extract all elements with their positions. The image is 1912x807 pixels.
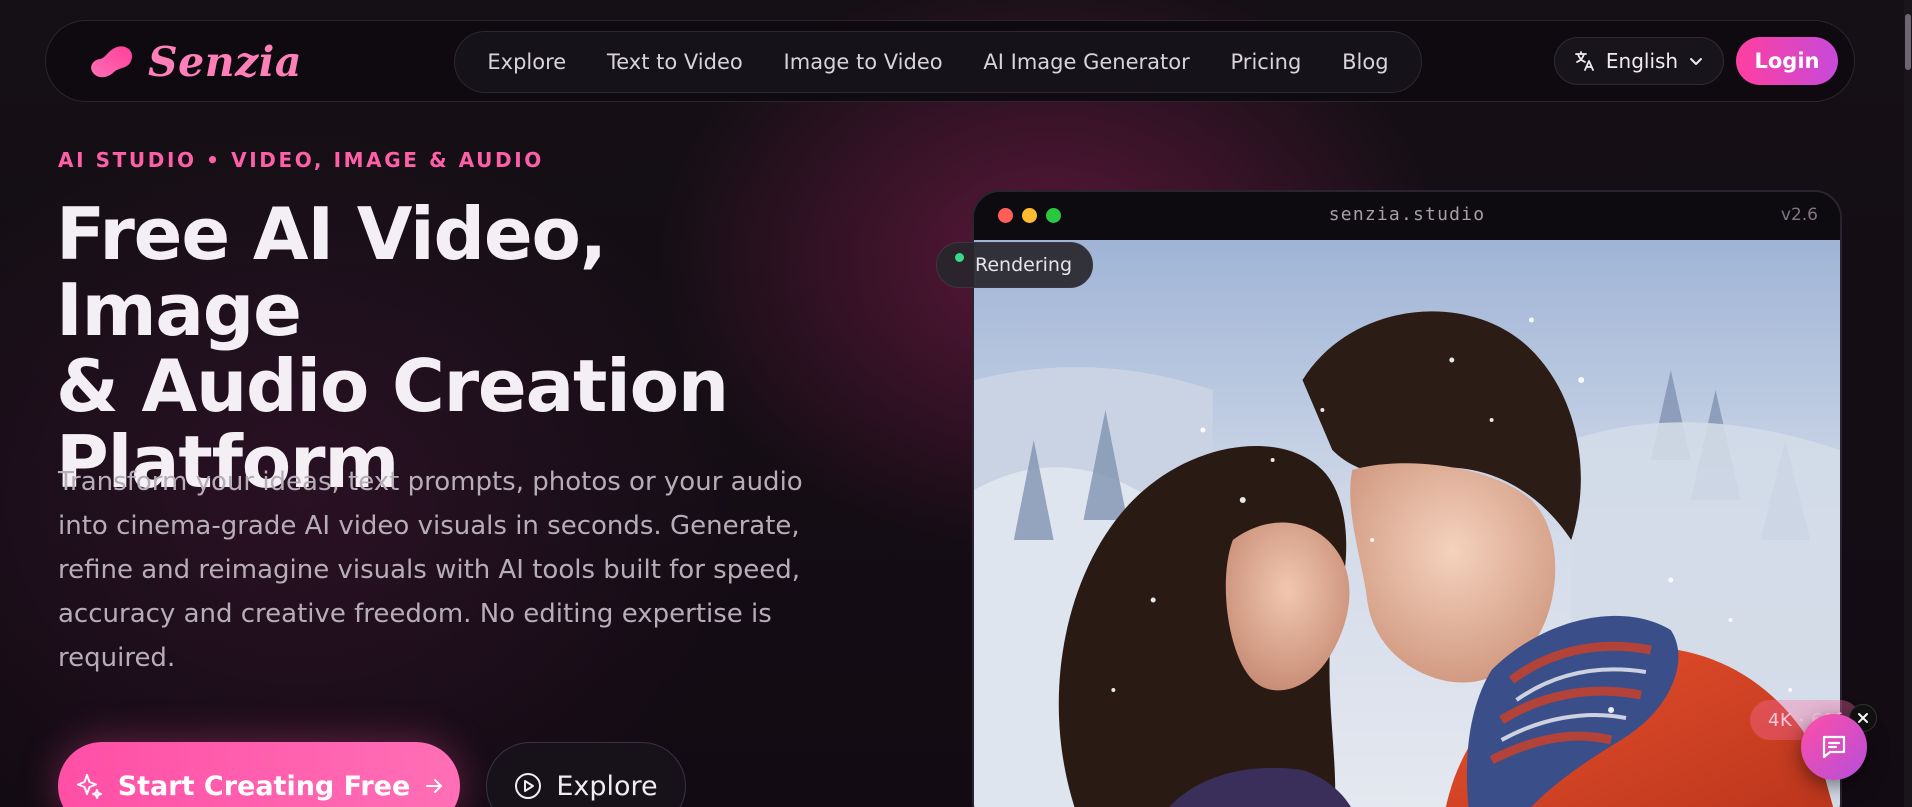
explore-button[interactable]: Explore bbox=[486, 742, 686, 807]
rendering-label: Rendering bbox=[975, 254, 1073, 276]
arrow-right-icon bbox=[426, 779, 443, 793]
sparkle-icon bbox=[76, 774, 102, 799]
close-icon bbox=[1858, 713, 1868, 723]
nav-explore[interactable]: Explore bbox=[487, 50, 566, 74]
nav-blog[interactable]: Blog bbox=[1342, 50, 1388, 74]
hero-title-line-2: & Audio Creation bbox=[56, 344, 729, 428]
brand-name: Senzia bbox=[148, 38, 302, 86]
logo-icon bbox=[91, 46, 133, 78]
explore-label: Explore bbox=[556, 770, 658, 802]
hero-description: Transform your ideas, text prompts, phot… bbox=[58, 467, 803, 673]
start-creating-button[interactable]: Start Creating Free bbox=[58, 742, 460, 807]
hero-eyebrow: AI STUDIO • VIDEO, IMAGE & AUDIO bbox=[58, 148, 544, 172]
translate-icon bbox=[1574, 51, 1594, 71]
nav-pricing[interactable]: Pricing bbox=[1231, 50, 1302, 74]
main-nav: Explore Text to Video Image to Video AI … bbox=[454, 31, 1422, 93]
chat-widget-button[interactable] bbox=[1801, 714, 1867, 780]
page-scrollbar[interactable] bbox=[1904, 0, 1912, 807]
preview-image bbox=[974, 240, 1840, 807]
start-creating-label: Start Creating Free bbox=[117, 770, 411, 802]
chat-icon bbox=[1822, 735, 1846, 759]
preview-url: senzia.studio bbox=[1328, 204, 1486, 225]
brand-logo[interactable]: Senzia bbox=[86, 37, 302, 87]
rendering-status-badge: Rendering bbox=[936, 242, 1094, 288]
hero-title-line-1: Free AI Video, Image bbox=[56, 192, 607, 352]
nav-image-to-video[interactable]: Image to Video bbox=[784, 50, 943, 74]
play-circle-icon bbox=[515, 773, 542, 799]
preview-titlebar: senzia.studio v2.6 bbox=[974, 192, 1840, 240]
nav-ai-image-generator[interactable]: AI Image Generator bbox=[983, 50, 1189, 74]
language-label: English bbox=[1605, 49, 1679, 73]
top-navbar: Senzia Explore Text to Video Image to Vi… bbox=[45, 20, 1855, 102]
chevron-down-icon bbox=[1690, 58, 1703, 65]
preview-window: senzia.studio v2.6 bbox=[972, 190, 1842, 807]
nav-text-to-video[interactable]: Text to Video bbox=[607, 50, 743, 74]
login-button[interactable]: Login bbox=[1736, 37, 1838, 85]
preview-version: v2.6 bbox=[1780, 205, 1818, 225]
language-selector[interactable]: English bbox=[1554, 37, 1724, 85]
hero-title: Free AI Video, Image & Audio Creation Pl… bbox=[56, 196, 856, 500]
status-dot bbox=[955, 253, 964, 262]
scrollbar-thumb[interactable] bbox=[1905, 14, 1911, 70]
